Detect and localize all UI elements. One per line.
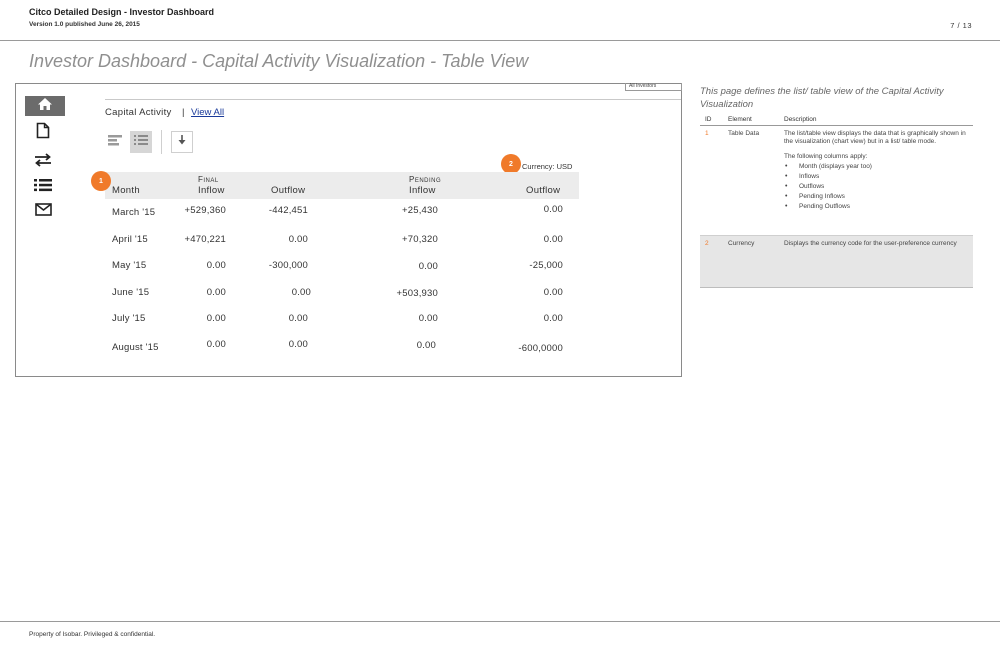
spec-row-id: 1	[705, 130, 709, 137]
annotation-badge-1: 1	[91, 171, 111, 191]
spec-header-id: ID	[705, 116, 712, 123]
spec-intro: This page defines the list/ table view o…	[700, 86, 944, 110]
home-icon	[37, 97, 53, 116]
cell-month: June '15	[112, 287, 150, 298]
cell-pending-inflow: +503,930	[396, 288, 438, 299]
arrow-down-icon	[177, 133, 187, 151]
mockup-frame	[15, 83, 682, 377]
column-header-pending-outflow: Outflow	[526, 185, 561, 196]
table-view-button[interactable]	[130, 131, 152, 153]
table-header	[105, 172, 579, 199]
cell-pending-outflow: -600,0000	[518, 343, 563, 354]
cell-pending-outflow: 0.00	[543, 287, 563, 298]
document-title: Citco Detailed Design - Investor Dashboa…	[29, 7, 215, 17]
spec-description-text: The list/table view displays the data th…	[784, 130, 966, 145]
cell-final-outflow: 0.00	[288, 234, 308, 245]
cell-pending-outflow: 0.00	[543, 313, 563, 324]
currency-label: Currency: USD	[522, 162, 573, 171]
cell-month: May '15	[112, 260, 147, 271]
spec-row-element: Currency	[728, 240, 755, 247]
spec-bullet: Month (displays year too)	[784, 162, 969, 172]
footer-divider	[0, 621, 1000, 622]
investor-dropdown[interactable]: All Investors	[625, 83, 682, 91]
cell-month: April '15	[112, 234, 148, 245]
spec-row-element: Table Data	[728, 130, 760, 137]
spec-row-description: The list/table view displays the data th…	[784, 130, 969, 212]
column-header-final-outflow: Outflow	[271, 185, 306, 196]
column-header-month: Month	[112, 185, 140, 196]
cell-final-outflow: 0.00	[291, 287, 311, 298]
cell-final-inflow: +470,221	[184, 234, 226, 245]
cell-month: March '15	[112, 207, 156, 218]
label-separator: |	[182, 107, 185, 118]
spec-row-description: Displays the currency code for the user-…	[784, 240, 957, 247]
toolbar-divider	[161, 130, 162, 154]
cell-final-inflow: 0.00	[206, 339, 226, 350]
spec-row: 2 Currency Displays the currency code fo…	[700, 236, 973, 288]
section-label: Capital Activity	[105, 107, 172, 118]
download-button[interactable]	[171, 131, 193, 153]
cell-month: August '15	[112, 342, 159, 353]
chart-view-button[interactable]	[104, 131, 126, 153]
nav-transactions-button[interactable]	[32, 152, 54, 172]
spec-bullet: Inflows	[784, 172, 969, 182]
cell-final-inflow: +529,360	[184, 205, 226, 216]
cell-final-outflow: 0.00	[288, 313, 308, 324]
spec-row-id: 2	[705, 240, 709, 247]
bar-chart-icon	[107, 133, 123, 152]
list-icon	[34, 178, 52, 197]
spec-bullet: Pending Outflows	[784, 202, 969, 212]
column-group-pending: Pending	[409, 175, 442, 184]
cell-month: July '15	[112, 313, 146, 324]
cell-final-inflow: 0.00	[206, 260, 226, 271]
column-group-final: Final	[198, 175, 219, 184]
column-header-final-inflow: Inflow	[198, 185, 225, 196]
spec-bullet: Outflows	[784, 182, 969, 192]
spec-description-text: The following columns apply:	[784, 153, 868, 160]
annotation-badge-2: 2	[501, 154, 521, 174]
view-all-link[interactable]: View All	[191, 107, 224, 118]
spec-bullet: Pending Inflows	[784, 192, 969, 202]
nav-list-button[interactable]	[32, 178, 54, 196]
nav-documents-button[interactable]	[32, 122, 54, 144]
cell-pending-outflow: -25,000	[529, 260, 563, 271]
page-number: 7 / 13	[950, 21, 972, 30]
header-divider	[0, 40, 1000, 41]
spec-table-header: ID Element Description	[700, 116, 973, 126]
cell-final-outflow: -300,000	[268, 260, 308, 271]
cell-final-outflow: 0.00	[288, 339, 308, 350]
transfer-icon	[34, 152, 52, 172]
document-icon	[36, 122, 50, 144]
spec-header-element: Element	[728, 116, 752, 123]
nav-messages-button[interactable]	[32, 203, 54, 221]
cell-pending-inflow: +70,320	[401, 234, 438, 245]
spec-row: 1 Table Data The list/table view display…	[700, 126, 973, 236]
cell-final-inflow: 0.00	[206, 287, 226, 298]
cell-pending-outflow: 0.00	[543, 234, 563, 245]
cell-pending-inflow: 0.00	[418, 313, 438, 324]
column-header-pending-inflow: Inflow	[409, 185, 436, 196]
footer-text: Property of Isobar. Privileged & confide…	[29, 631, 156, 638]
cell-pending-inflow: 0.00	[418, 261, 438, 272]
list-view-icon	[133, 133, 149, 152]
cell-final-inflow: 0.00	[206, 313, 226, 324]
cell-pending-outflow: 0.00	[543, 204, 563, 215]
cell-pending-inflow: 0.00	[416, 340, 436, 351]
cell-final-outflow: -442,451	[268, 205, 308, 216]
nav-home-button[interactable]	[25, 96, 65, 116]
content-divider	[105, 99, 681, 100]
spec-header-description: Description	[784, 116, 817, 123]
page-title: Investor Dashboard - Capital Activity Vi…	[29, 51, 529, 71]
spec-bullet-list: Month (displays year too) Inflows Outflo…	[784, 162, 969, 212]
envelope-icon	[34, 203, 52, 221]
document-version: Version 1.0 published June 26, 2015	[29, 21, 140, 28]
cell-pending-inflow: +25,430	[401, 205, 438, 216]
